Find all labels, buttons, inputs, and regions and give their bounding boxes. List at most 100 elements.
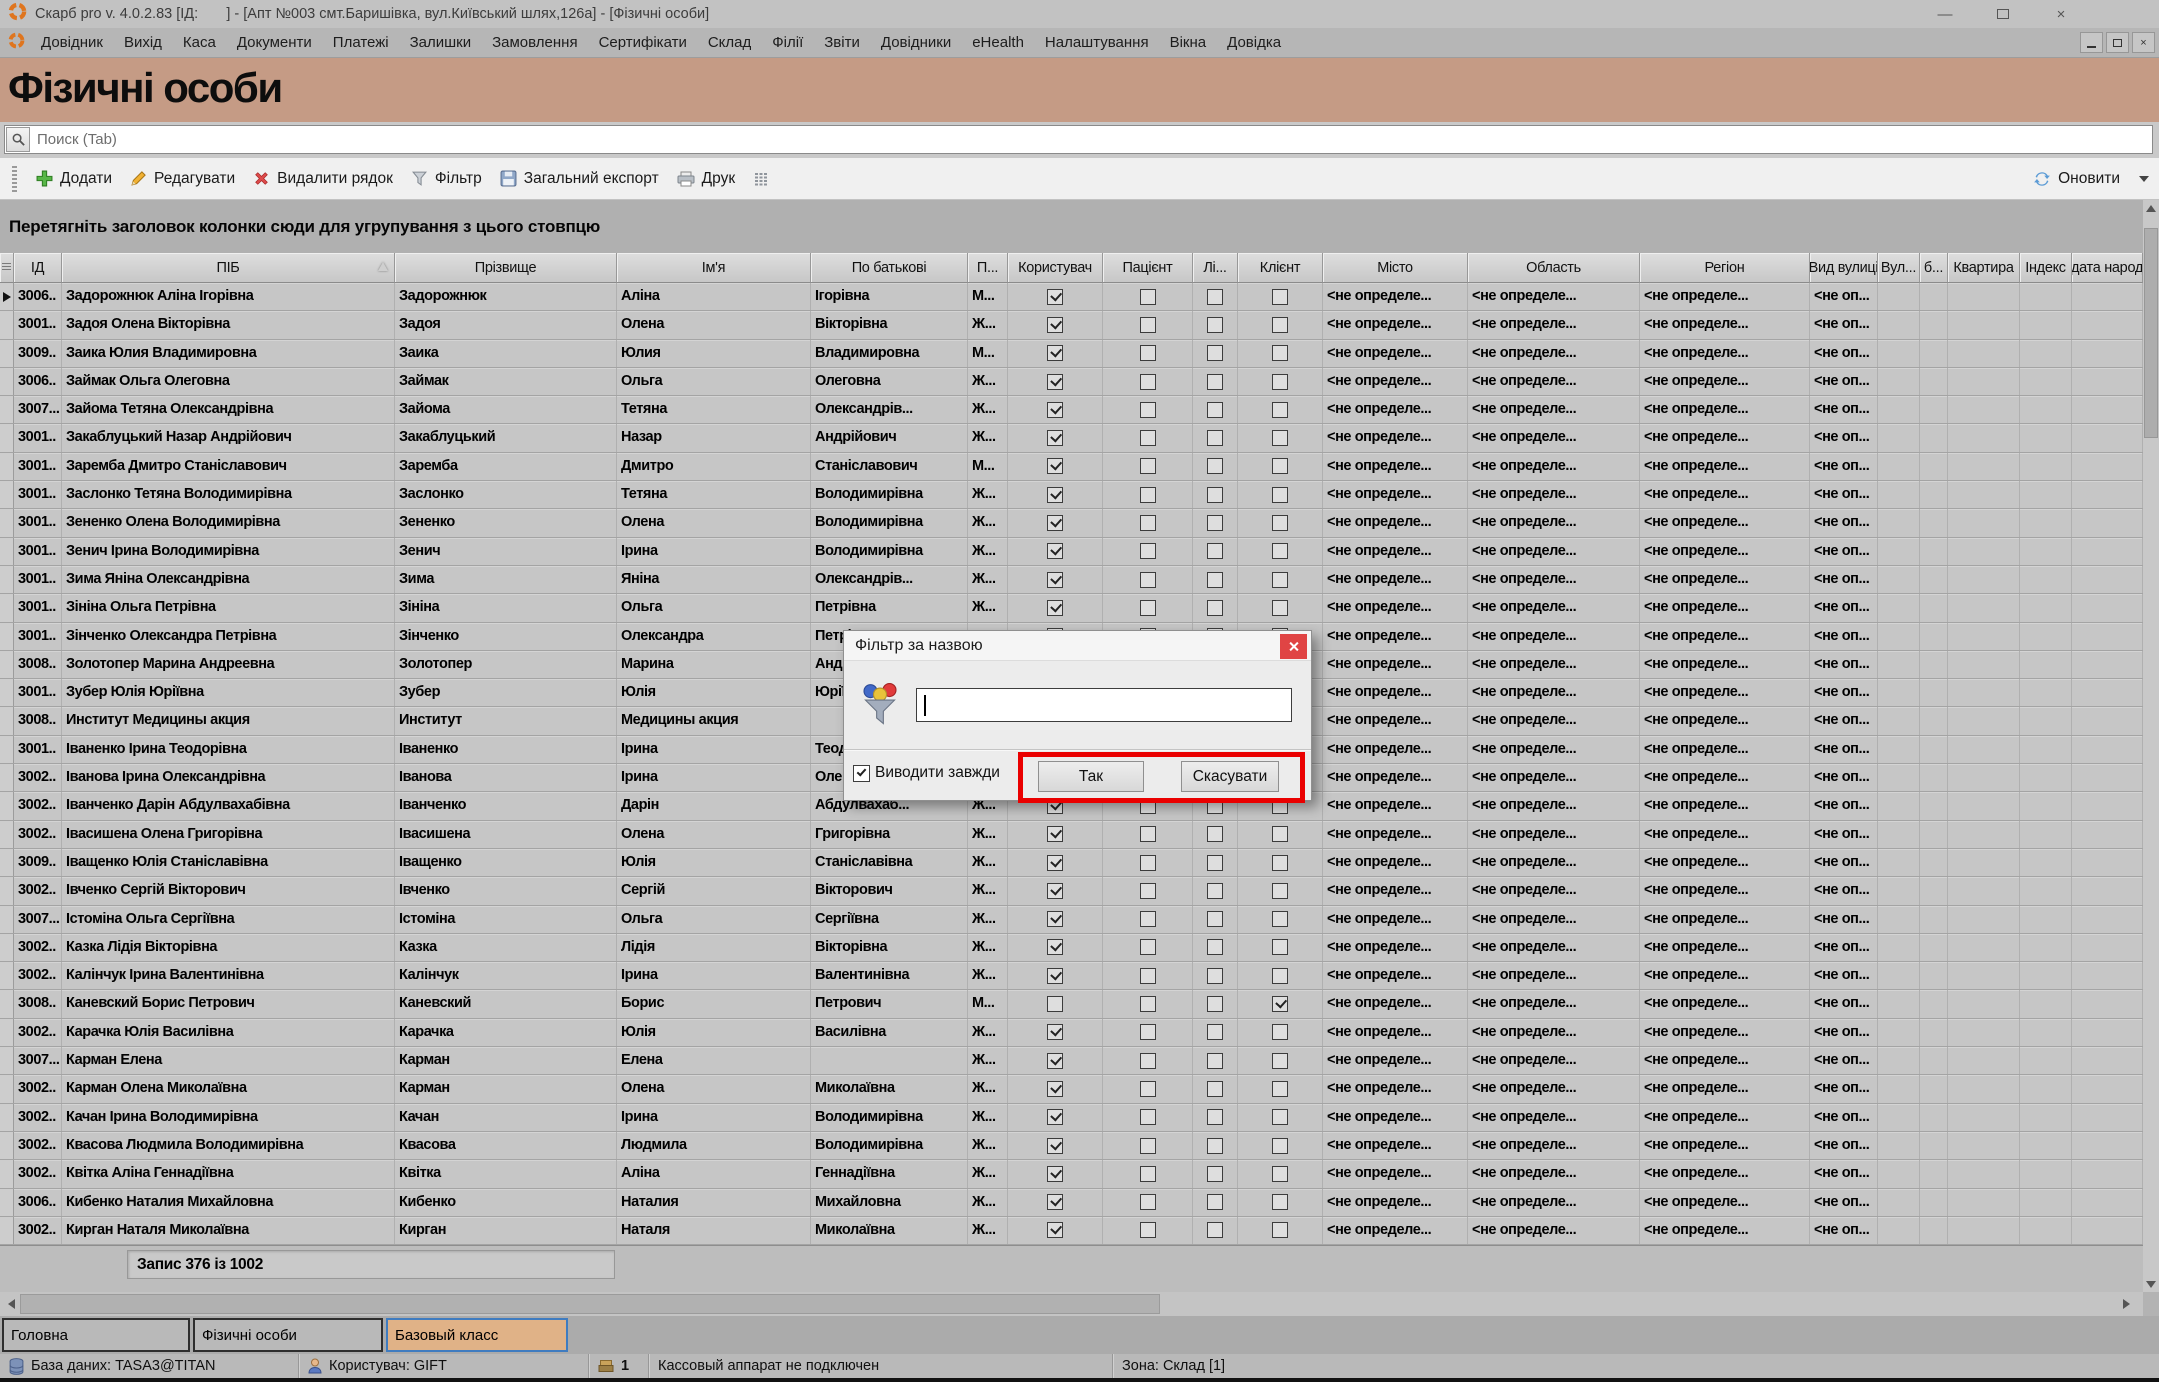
table-row[interactable]: 3006..Займак Ольга ОлеговнаЗаймакОльгаОл… bbox=[0, 368, 2143, 396]
checkbox[interactable] bbox=[1272, 911, 1288, 927]
table-row[interactable]: 3001..Задоя Олена ВікторівнаЗадояОленаВі… bbox=[0, 311, 2143, 339]
checkbox[interactable] bbox=[1207, 458, 1223, 474]
checkbox[interactable] bbox=[1207, 1081, 1223, 1097]
checkbox[interactable] bbox=[1047, 515, 1063, 531]
checkbox[interactable] bbox=[1272, 317, 1288, 333]
checkbox[interactable] bbox=[1140, 1138, 1156, 1154]
menu-item[interactable]: Замовлення bbox=[484, 31, 585, 54]
dialog-close-button[interactable] bbox=[1280, 634, 1307, 659]
checkbox[interactable] bbox=[1207, 1024, 1223, 1040]
checkbox[interactable] bbox=[1207, 1053, 1223, 1069]
checkbox[interactable] bbox=[1140, 458, 1156, 474]
checkbox[interactable] bbox=[1140, 883, 1156, 899]
menu-item[interactable]: Налаштування bbox=[1037, 31, 1157, 54]
table-row[interactable]: 3001..Заслонко Тетяна ВолодимирівнаЗасло… bbox=[0, 481, 2143, 509]
checkbox[interactable] bbox=[1140, 289, 1156, 305]
column-header[interactable]: ПІБ bbox=[62, 253, 395, 283]
checkbox[interactable] bbox=[1140, 345, 1156, 361]
column-header[interactable]: Прізвище bbox=[395, 253, 617, 283]
checkbox[interactable] bbox=[1272, 855, 1288, 871]
column-header[interactable]: б... bbox=[1920, 253, 1948, 283]
menu-item[interactable]: Документи bbox=[229, 31, 320, 54]
column-header[interactable]: ІД bbox=[14, 253, 62, 283]
table-row[interactable]: 3007...Карман ЕленаКарманЕленаЖ...<не оп… bbox=[0, 1047, 2143, 1075]
table-row[interactable]: 3002..Івченко Сергій ВікторовичІвченкоСе… bbox=[0, 877, 2143, 905]
table-row[interactable]: 3007...Істоміна Ольга СергіївнаІстомінаО… bbox=[0, 906, 2143, 934]
checkbox[interactable] bbox=[1047, 430, 1063, 446]
checkbox[interactable] bbox=[1207, 826, 1223, 842]
column-header[interactable]: Квартира bbox=[1948, 253, 2020, 283]
checkbox[interactable] bbox=[1207, 1109, 1223, 1125]
checkbox[interactable] bbox=[1207, 968, 1223, 984]
column-header[interactable]: дата народ bbox=[2072, 253, 2143, 283]
table-row[interactable]: 3002..Качан Ірина ВолодимирівнаКачанІрин… bbox=[0, 1104, 2143, 1132]
checkbox[interactable] bbox=[1047, 289, 1063, 305]
table-row[interactable]: 3009..Заика Юлия ВладимировнаЗаикаЮлияВл… bbox=[0, 340, 2143, 368]
menu-item[interactable]: Каса bbox=[175, 31, 224, 54]
column-header[interactable]: Лі... bbox=[1193, 253, 1238, 283]
table-row[interactable]: 3001..Зенич Ірина ВолодимирівнаЗеничІрин… bbox=[0, 538, 2143, 566]
table-row[interactable]: 3001..Зененко Олена ВолодимирівнаЗененко… bbox=[0, 509, 2143, 537]
checkbox[interactable] bbox=[1140, 430, 1156, 446]
ok-button[interactable]: Так bbox=[1038, 761, 1144, 792]
checkbox[interactable] bbox=[1140, 1109, 1156, 1125]
mdi-restore-button[interactable] bbox=[2106, 32, 2129, 53]
checkbox[interactable] bbox=[1140, 1222, 1156, 1238]
checkbox[interactable] bbox=[1207, 1222, 1223, 1238]
checkbox[interactable] bbox=[1140, 487, 1156, 503]
checkbox[interactable] bbox=[1207, 487, 1223, 503]
table-row[interactable]: 3002..Кирган Наталя МиколаївнаКирганНата… bbox=[0, 1217, 2143, 1245]
menu-item[interactable]: Звіти bbox=[816, 31, 868, 54]
table-row[interactable]: 3006..Задорожнюк Аліна ІгорівнаЗадорожню… bbox=[0, 283, 2143, 311]
checkbox[interactable] bbox=[1047, 1138, 1063, 1154]
table-row[interactable]: 3008..Каневский Борис ПетровичКаневскийБ… bbox=[0, 990, 2143, 1018]
toolbar-drag-handle[interactable] bbox=[12, 166, 17, 192]
close-button[interactable]: × bbox=[2051, 6, 2071, 23]
checkbox[interactable] bbox=[1207, 374, 1223, 390]
column-header[interactable]: П... bbox=[968, 253, 1008, 283]
checkbox[interactable] bbox=[1272, 1081, 1288, 1097]
checkbox[interactable] bbox=[1047, 1194, 1063, 1210]
checkbox[interactable] bbox=[1047, 487, 1063, 503]
dialog-titlebar[interactable]: Фільтр за назвою bbox=[844, 631, 1311, 661]
checkbox[interactable] bbox=[1207, 600, 1223, 616]
column-header[interactable]: Область bbox=[1468, 253, 1640, 283]
checkbox[interactable] bbox=[1272, 600, 1288, 616]
table-row[interactable]: 3009..Іващенко Юлія СтаніславівнаІващенк… bbox=[0, 849, 2143, 877]
checkbox[interactable] bbox=[1207, 996, 1223, 1012]
checkbox[interactable] bbox=[1272, 345, 1288, 361]
checkbox[interactable] bbox=[1047, 968, 1063, 984]
checkbox[interactable] bbox=[1207, 345, 1223, 361]
checkbox[interactable] bbox=[1140, 572, 1156, 588]
table-row[interactable]: 3002..Квітка Аліна ГеннадіївнаКвіткаАлін… bbox=[0, 1160, 2143, 1188]
checkbox[interactable] bbox=[1272, 515, 1288, 531]
checkbox[interactable] bbox=[1047, 911, 1063, 927]
menu-item[interactable]: Вихід bbox=[116, 31, 170, 54]
search-input[interactable] bbox=[31, 126, 2152, 153]
checkbox[interactable] bbox=[1272, 289, 1288, 305]
add-button[interactable]: Додати bbox=[27, 166, 121, 192]
checkbox[interactable] bbox=[1272, 996, 1288, 1012]
checkbox[interactable] bbox=[1047, 826, 1063, 842]
checkbox[interactable] bbox=[1207, 289, 1223, 305]
menu-item[interactable]: Склад bbox=[700, 31, 759, 54]
checkbox[interactable] bbox=[1272, 883, 1288, 899]
tab-item[interactable]: Фізичні особи bbox=[193, 1318, 383, 1352]
checkbox[interactable] bbox=[1272, 1024, 1288, 1040]
checkbox[interactable] bbox=[1047, 402, 1063, 418]
menu-item[interactable]: eHealth bbox=[964, 31, 1032, 54]
checkbox[interactable] bbox=[1207, 572, 1223, 588]
table-row[interactable]: 3002..Казка Лідія ВікторівнаКазкаЛідіяВі… bbox=[0, 934, 2143, 962]
checkbox[interactable] bbox=[1140, 939, 1156, 955]
checkbox[interactable] bbox=[1140, 1194, 1156, 1210]
table-row[interactable]: 3002..Квасова Людмила ВолодимирівнаКвасо… bbox=[0, 1132, 2143, 1160]
checkbox[interactable] bbox=[1207, 1166, 1223, 1182]
checkbox[interactable] bbox=[1140, 317, 1156, 333]
table-row[interactable]: 3002..Калінчук Ірина ВалентинівнаКалінчу… bbox=[0, 962, 2143, 990]
mdi-minimize-button[interactable] bbox=[2080, 32, 2103, 53]
checkbox[interactable] bbox=[1207, 430, 1223, 446]
checkbox[interactable] bbox=[1272, 1194, 1288, 1210]
column-header[interactable]: Регіон bbox=[1640, 253, 1810, 283]
checkbox[interactable] bbox=[1047, 600, 1063, 616]
table-row[interactable]: 3001..Зініна Ольга ПетрівнаЗінінаОльгаПе… bbox=[0, 594, 2143, 622]
